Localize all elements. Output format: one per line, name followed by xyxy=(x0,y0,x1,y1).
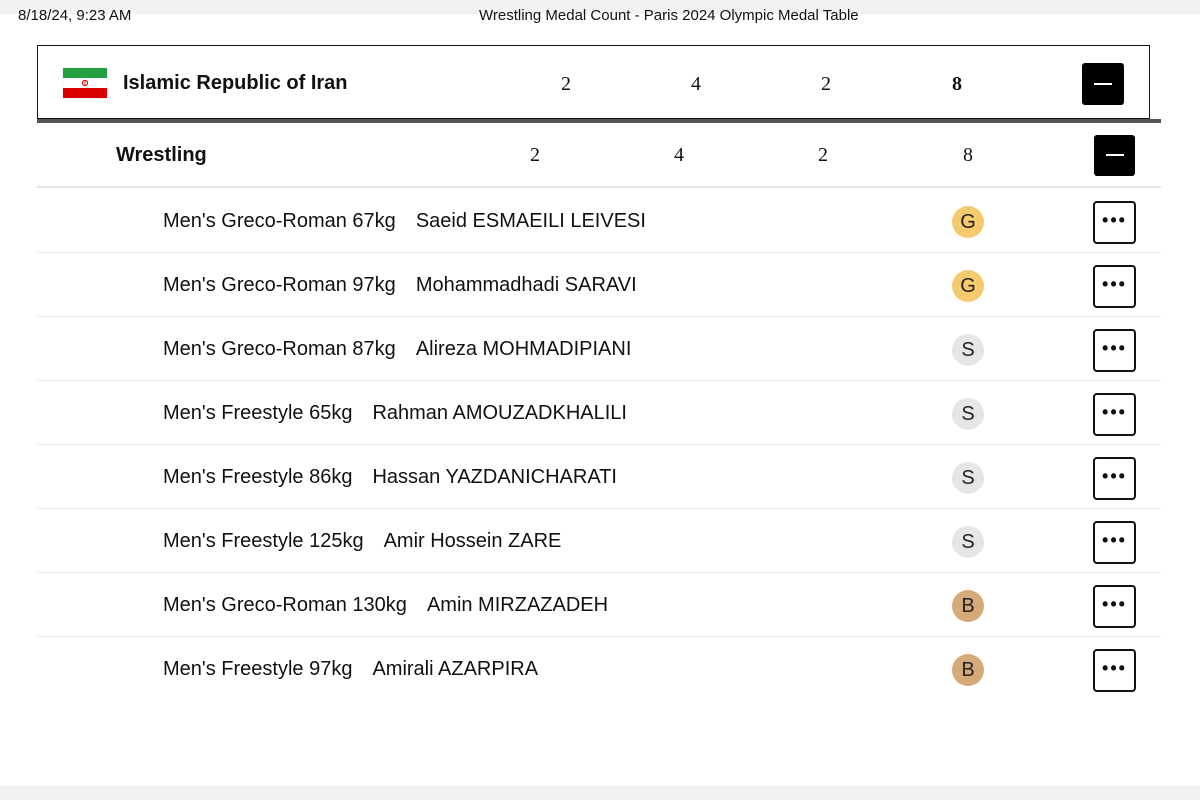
sport-gold-count: 2 xyxy=(530,144,540,166)
row-more-button[interactable]: ••• xyxy=(1093,201,1136,244)
athlete-name: Amirali AZARPIRA xyxy=(372,658,539,680)
country-total-count: 8 xyxy=(952,73,962,95)
medalist-row: Men's Greco-Roman 130kg Amin MIRZAZADEH B… xyxy=(37,573,1161,637)
minus-icon xyxy=(1094,83,1112,85)
event-name: Men's Freestyle 65kg xyxy=(163,402,353,424)
print-date: 8/18/24, 9:23 AM xyxy=(18,7,132,24)
athlete-name: Saeid ESMAEILI LEIVESI xyxy=(415,210,646,232)
row-more-button[interactable]: ••• xyxy=(1093,649,1136,692)
sport-name: Wrestling xyxy=(116,144,207,166)
event-name: Men's Freestyle 86kg xyxy=(163,466,353,488)
silver-medal-badge: S xyxy=(952,526,984,558)
country-bronze-count: 2 xyxy=(821,73,831,95)
silver-medal-badge: S xyxy=(952,462,984,494)
collapse-sport-button[interactable] xyxy=(1094,135,1135,176)
medalist-row: Men's Greco-Roman 87kg Alireza MOHMADIPIA… xyxy=(37,317,1161,381)
collapse-country-button[interactable] xyxy=(1082,63,1124,105)
event-name: Men's Greco-Roman 97kg xyxy=(163,274,396,296)
page-footer-bar xyxy=(0,786,1200,800)
medalist-row: Men's Greco-Roman 97kg Mohammadhadi SARAV… xyxy=(37,253,1161,317)
row-more-button[interactable]: ••• xyxy=(1093,265,1136,308)
row-more-button[interactable]: ••• xyxy=(1093,329,1136,372)
medalist-row: Men's Freestyle 125kg Amir Hossein ZARE S… xyxy=(37,509,1161,573)
print-title: Wrestling Medal Count - Paris 2024 Olymp… xyxy=(479,7,859,24)
sport-silver-count: 4 xyxy=(674,144,684,166)
country-gold-count: 2 xyxy=(561,73,571,95)
sport-bronze-count: 2 xyxy=(818,144,828,166)
event-name: Men's Freestyle 97kg xyxy=(163,658,353,680)
event-name: Men's Greco-Roman 67kg xyxy=(163,210,396,232)
bronze-medal-badge: B xyxy=(952,654,984,686)
row-more-button[interactable]: ••• xyxy=(1093,457,1136,500)
athlete-name: Mohammadhadi SARAVI xyxy=(415,274,637,296)
silver-medal-badge: S xyxy=(952,334,984,366)
sport-row-divider xyxy=(37,186,1161,188)
medalist-row: Men's Freestyle 97kg Amirali AZARPIRA B •… xyxy=(37,637,1161,701)
medalist-row: Men's Freestyle 86kg Hassan YAZDANICHARAT… xyxy=(37,445,1161,509)
athlete-name: Alireza MOHMADIPIANI xyxy=(415,338,632,360)
gold-medal-badge: G xyxy=(952,206,984,238)
row-more-button[interactable]: ••• xyxy=(1093,521,1136,564)
athlete-name: Rahman AMOUZADKHALILI xyxy=(372,402,627,424)
medalist-row: Men's Greco-Roman 67kg Saeid ESMAEILI LEI… xyxy=(37,189,1161,253)
country-silver-count: 4 xyxy=(691,73,701,95)
silver-medal-badge: S xyxy=(952,398,984,430)
country-row-divider xyxy=(37,119,1161,123)
event-name: Men's Freestyle 125kg xyxy=(163,530,364,552)
country-name: Islamic Republic of Iran xyxy=(123,72,348,94)
gold-medal-badge: G xyxy=(952,270,984,302)
event-name: Men's Greco-Roman 87kg xyxy=(163,338,396,360)
medalist-row: Men's Freestyle 65kg Rahman AMOUZADKHALIL… xyxy=(37,381,1161,445)
athlete-name: Hassan YAZDANICHARATI xyxy=(372,466,617,488)
athlete-name: Amir Hossein ZARE xyxy=(383,530,562,552)
row-more-button[interactable]: ••• xyxy=(1093,393,1136,436)
minus-icon xyxy=(1106,154,1124,156)
athlete-name: Amin MIRZAZADEH xyxy=(426,594,609,616)
sport-total-count: 8 xyxy=(963,144,973,166)
row-more-button[interactable]: ••• xyxy=(1093,585,1136,628)
bronze-medal-badge: B xyxy=(952,590,984,622)
iran-flag-icon xyxy=(63,68,107,98)
event-name: Men's Greco-Roman 130kg xyxy=(163,594,407,616)
